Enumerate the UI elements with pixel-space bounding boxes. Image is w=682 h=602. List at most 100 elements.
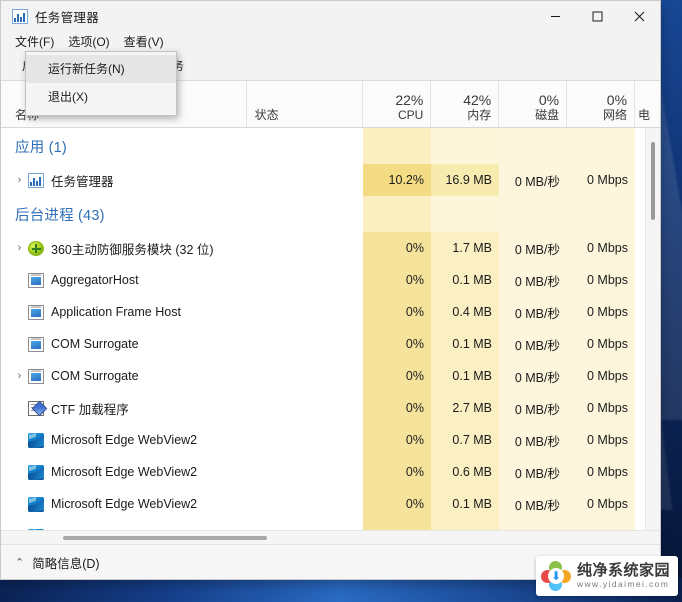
process-network-cell: 0 Mbps bbox=[567, 488, 635, 520]
process-disk-cell: 0 MB/秒 bbox=[499, 488, 567, 520]
edge-icon bbox=[28, 432, 44, 448]
process-power-cell bbox=[635, 520, 645, 530]
group-spacer-cell bbox=[567, 128, 635, 164]
watermark-url: www.yidaimei.com bbox=[576, 578, 670, 589]
window-controls bbox=[534, 1, 660, 31]
win-icon bbox=[28, 368, 44, 384]
process-network-cell: 0 Mbps bbox=[567, 392, 635, 424]
group-spacer-cell bbox=[363, 128, 431, 164]
chevron-right-icon[interactable]: › bbox=[13, 370, 26, 382]
process-row[interactable]: › Microsoft Edge WebView2 0%0.1 MB0 MB/秒0 … bbox=[1, 488, 645, 520]
process-cpu-cell: 0% bbox=[363, 456, 431, 488]
process-memory-cell: 2.7 MB bbox=[431, 392, 499, 424]
process-name-cell: › COM Surrogate bbox=[1, 360, 246, 392]
process-power-cell bbox=[635, 424, 645, 456]
group-spacer-cell bbox=[635, 128, 645, 164]
maximize-button[interactable] bbox=[576, 1, 618, 31]
network-total-pct: 0% bbox=[606, 92, 628, 108]
process-row[interactable]: › 任务管理器 10.2% 16.9 MB 0 MB/秒 0 Mbps bbox=[1, 164, 645, 196]
process-network-cell: 0 Mbps bbox=[567, 520, 635, 530]
process-status-cell bbox=[246, 456, 363, 488]
process-row[interactable]: › AggregatorHost 0%0.1 MB0 MB/秒0 Mbps bbox=[1, 264, 645, 296]
menu-item-run-new-task[interactable]: 运行新任务(N) bbox=[26, 55, 176, 83]
process-network-cell: 0 Mbps bbox=[567, 164, 635, 196]
process-power-cell bbox=[635, 392, 645, 424]
menu-options[interactable]: 选项(O) bbox=[62, 31, 117, 53]
process-name-cell: › Microsoft Edge WebView2 bbox=[1, 456, 246, 488]
column-header-disk[interactable]: 0% 磁盘 bbox=[498, 81, 566, 127]
process-list: 应用 (1) › 任务管理器 10.2% 16.9 MB 0 MB/秒 0 Mbps 后台进程… bbox=[1, 128, 645, 530]
process-power-cell bbox=[635, 328, 645, 360]
process-name-label: Microsoft Edge WebView2 bbox=[51, 465, 198, 479]
group-spacer-cell bbox=[363, 196, 431, 232]
process-memory-cell: 0.1 MB bbox=[431, 328, 499, 360]
process-group-header: 后台进程 (43) bbox=[1, 196, 645, 232]
chevron-right-icon[interactable]: › bbox=[13, 174, 26, 186]
process-name-cell: › 360主动防御服务模块 (32 位) bbox=[1, 232, 246, 264]
process-row[interactable]: › 360主动防御服务模块 (32 位) 0% 1.7 MB 0 MB/秒 0 Mbps bbox=[1, 232, 645, 264]
vertical-scrollbar-thumb[interactable] bbox=[651, 142, 655, 220]
process-cpu-cell: 0% bbox=[363, 232, 431, 264]
process-disk-cell: 0 MB/秒 bbox=[499, 328, 567, 360]
process-row[interactable]: › CTF 加载程序 0%2.7 MB0 MB/秒0 Mbps bbox=[1, 392, 645, 424]
menu-file[interactable]: 文件(F) bbox=[9, 31, 62, 53]
process-power-cell bbox=[635, 164, 645, 196]
process-name-label: Microsoft Edge WebView2 bbox=[51, 433, 198, 447]
column-header-status[interactable]: 状态 bbox=[245, 81, 363, 127]
process-name-cell: › Microsoft Edge WebView2 bbox=[1, 424, 246, 456]
process-row[interactable]: › Application Frame Host 0%0.4 MB0 MB/秒0 M… bbox=[1, 296, 645, 328]
group-spacer-cell bbox=[246, 196, 363, 232]
column-header-memory[interactable]: 42% 内存 bbox=[430, 81, 498, 127]
process-cpu-cell: 10.2% bbox=[363, 164, 431, 196]
win-icon bbox=[28, 272, 44, 288]
process-disk-cell: 0 MB/秒 bbox=[499, 456, 567, 488]
edge-icon bbox=[28, 464, 44, 480]
process-cpu-cell: 0% bbox=[363, 328, 431, 360]
menu-item-exit[interactable]: 退出(X) bbox=[26, 83, 176, 111]
process-disk-cell: 0 MB/秒 bbox=[499, 392, 567, 424]
group-spacer-cell bbox=[499, 128, 567, 164]
process-name-cell: › AggregatorHost bbox=[1, 264, 246, 296]
horizontal-scrollbar-thumb[interactable] bbox=[63, 536, 267, 540]
process-row[interactable]: › COM Surrogate 0%0.1 MB0 MB/秒0 Mbps bbox=[1, 360, 645, 392]
process-name-label: COM Surrogate bbox=[51, 337, 139, 351]
process-disk-cell: 0 MB/秒 bbox=[499, 232, 567, 264]
process-cpu-cell: 0% bbox=[363, 296, 431, 328]
column-header-power[interactable]: 电 bbox=[634, 81, 660, 127]
process-name-cell: › COM Surrogate bbox=[1, 328, 246, 360]
close-button[interactable] bbox=[618, 1, 660, 31]
watermark-title: 纯净系统家园 bbox=[576, 561, 670, 579]
disk-total-pct: 0% bbox=[538, 92, 560, 108]
chevron-right-icon[interactable]: › bbox=[13, 242, 26, 254]
process-row[interactable]: › Microsoft Edge WebView2 0%0.7 MB0 MB/秒0 … bbox=[1, 424, 645, 456]
column-header-network[interactable]: 0% 网络 bbox=[566, 81, 634, 127]
process-memory-cell: 16.9 MB bbox=[431, 164, 499, 196]
vertical-scrollbar[interactable] bbox=[645, 128, 660, 530]
chevron-placeholder-icon: › bbox=[13, 338, 26, 350]
window-title: 任务管理器 bbox=[35, 10, 100, 25]
group-label: 后台进程 (43) bbox=[15, 207, 105, 224]
win-icon bbox=[28, 304, 44, 320]
chevron-placeholder-icon: › bbox=[13, 402, 26, 414]
process-row[interactable]: ›Microsoft Edge WebView2 0%0.4 MB0 MB/秒0 … bbox=[1, 520, 645, 530]
column-header-cpu[interactable]: 22% CPU bbox=[362, 81, 430, 127]
process-row[interactable]: › COM Surrogate 0%0.1 MB0 MB/秒0 Mbps bbox=[1, 328, 645, 360]
menu-view[interactable]: 查看(V) bbox=[118, 31, 172, 53]
group-spacer-cell bbox=[431, 128, 499, 164]
chevron-placeholder-icon: › bbox=[13, 274, 26, 286]
process-memory-cell: 0.1 MB bbox=[431, 360, 499, 392]
fewer-details-button[interactable]: 简略信息(D) bbox=[32, 553, 99, 572]
process-network-cell: 0 Mbps bbox=[567, 328, 635, 360]
chevron-placeholder-icon: › bbox=[13, 434, 26, 446]
process-name-label: 360主动防御服务模块 (32 位) bbox=[51, 242, 214, 257]
chevron-placeholder-icon: › bbox=[13, 306, 26, 318]
site-logo-icon: ⬇ bbox=[540, 561, 571, 591]
minimize-button[interactable] bbox=[534, 1, 576, 31]
process-disk-cell: 0 MB/秒 bbox=[499, 264, 567, 296]
process-row[interactable]: › Microsoft Edge WebView2 0%0.6 MB0 MB/秒0 … bbox=[1, 456, 645, 488]
process-power-cell bbox=[635, 456, 645, 488]
horizontal-scrollbar[interactable] bbox=[1, 530, 660, 544]
process-status-cell bbox=[246, 488, 363, 520]
process-status-cell bbox=[246, 520, 363, 530]
group-spacer-cell bbox=[635, 196, 645, 232]
